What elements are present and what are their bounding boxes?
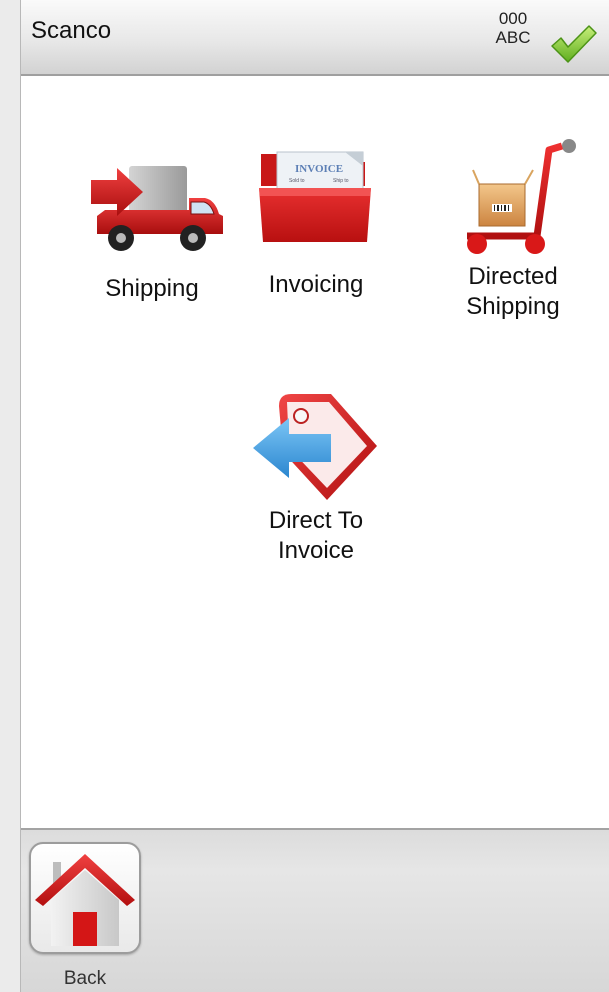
app-window: Scanco 000 ABC Shipping INVOICE Sold to … (20, 0, 609, 992)
status-line-2: ABC (495, 28, 531, 47)
menu-item-label: Invoicing (268, 271, 364, 298)
svg-text:Sold to: Sold to (289, 178, 305, 184)
folder-invoice-icon: INVOICE Sold to Ship to (259, 151, 371, 242)
menu-item-direct-to-invoice[interactable]: Direct To Invoice (211, 388, 421, 566)
menu-item-invoicing[interactable]: INVOICE Sold to Ship to Invoicing (211, 146, 421, 300)
footer-bar: Back (21, 828, 609, 992)
back-label: Back (63, 968, 107, 989)
app-title: Scanco (31, 17, 112, 44)
cart-icon (467, 139, 576, 254)
status-indicator: 000 ABC (483, 9, 543, 47)
menu-area: Shipping INVOICE Sold to Ship to Invoici… (21, 76, 609, 828)
status-line-1: 000 (498, 9, 528, 28)
invoice-text: INVOICE (295, 163, 343, 175)
menu-item-directed-shipping[interactable]: Directed Shipping (421, 132, 605, 322)
menu-item-label: Directed Shipping (466, 263, 560, 320)
tag-arrow-icon (253, 394, 377, 500)
truck-icon (91, 166, 223, 251)
back-button[interactable] (29, 842, 141, 954)
header-bar: Scanco 000 ABC (21, 0, 609, 76)
svg-text:Ship to: Ship to (333, 178, 349, 184)
home-icon (35, 854, 135, 946)
checkmark-icon[interactable] (549, 22, 597, 66)
menu-item-label: Direct To Invoice (268, 507, 364, 564)
